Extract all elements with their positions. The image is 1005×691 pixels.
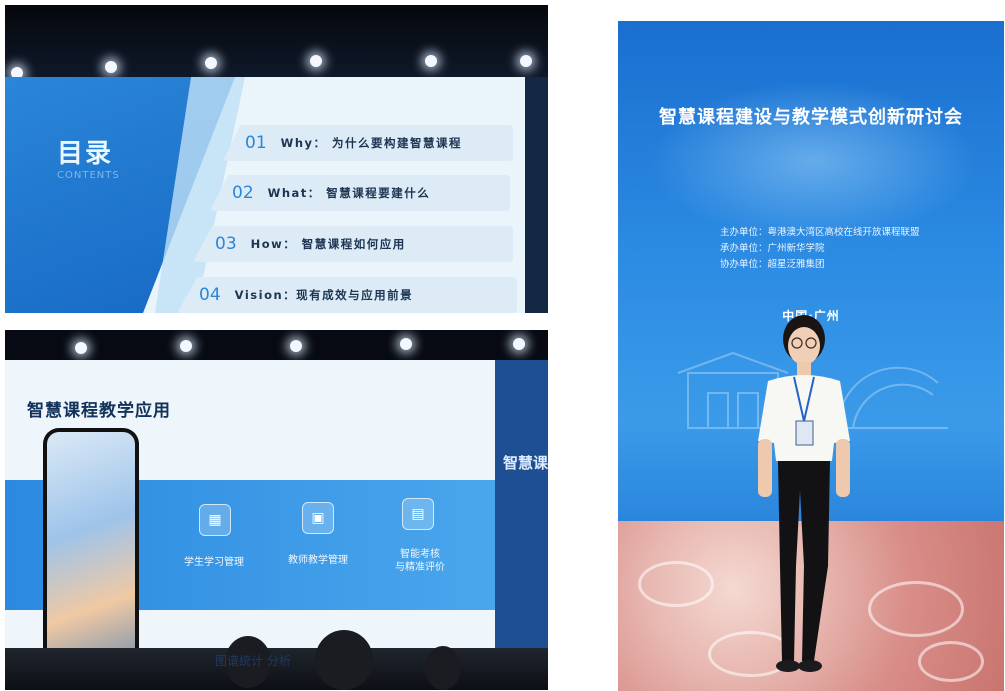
slide-title: 智慧课程教学应用 — [27, 401, 171, 421]
screen-edge — [525, 77, 548, 313]
contents-item: 01 Why： 为什么要构建智慧课程 — [223, 125, 513, 161]
phone-screen-image — [47, 432, 135, 676]
item-number: 04 — [199, 285, 221, 305]
contents-slide-photo: 目录 CONTENTS 01 Why： 为什么要构建智慧课程 02 What： … — [5, 5, 548, 313]
side-screen — [495, 360, 548, 660]
application-slide-photo: 智慧课 智慧课程教学应用 ▦ 学生学习管理 ▣ 教师教学管理 ▤ 智能考核 与精… — [5, 330, 548, 690]
feature-label: 智能考核 与精准评价 — [395, 549, 445, 573]
contents-item: 02 What： 智慧课程要建什么 — [210, 175, 510, 211]
stage-light — [425, 55, 437, 67]
slide-title: 目录 — [57, 139, 114, 169]
audience-head — [315, 630, 373, 690]
assessment-icon: ▤ — [402, 498, 434, 530]
stage-light — [513, 338, 525, 350]
teacher-management-icon: ▣ — [302, 502, 334, 534]
item-number: 01 — [245, 133, 267, 153]
slide-footer-text: 图谱统计 分析 — [215, 654, 291, 668]
standing-woman — [758, 315, 850, 672]
item-number: 03 — [215, 234, 237, 254]
item-number: 02 — [232, 183, 254, 203]
feature-label: 学生学习管理 — [184, 557, 244, 568]
stage-light — [105, 61, 117, 73]
contents-item: 04 Vision：现有成效与应用前景 — [177, 277, 517, 313]
item-text: What： 智慧课程要建什么 — [267, 186, 431, 200]
item-text: Vision：现有成效与应用前景 — [234, 288, 414, 302]
stage-light — [310, 55, 322, 67]
item-text: Why： 为什么要构建智慧课程 — [280, 136, 463, 150]
ceiling-lights — [5, 5, 548, 83]
side-screen-text: 智慧课 — [503, 454, 548, 472]
feature-label: 教师教学管理 — [288, 555, 348, 566]
audience-head — [425, 646, 461, 690]
stage-light — [400, 338, 412, 350]
item-text: How： 智慧课程如何应用 — [250, 237, 406, 251]
stage-light — [520, 55, 532, 67]
stage-light — [180, 340, 192, 352]
banner-portrait-photo: 智慧课程建设与教学模式创新研讨会 主办单位：粤港澳大湾区高校在线开放课程联盟 承… — [618, 21, 1004, 691]
contents-item: 03 How： 智慧课程如何应用 — [193, 226, 513, 262]
phone-mockup — [43, 428, 139, 680]
slide-subtitle: CONTENTS — [57, 170, 120, 181]
stage-light — [75, 342, 87, 354]
student-management-icon: ▦ — [199, 504, 231, 536]
stage-light — [205, 57, 217, 69]
stage-light — [290, 340, 302, 352]
